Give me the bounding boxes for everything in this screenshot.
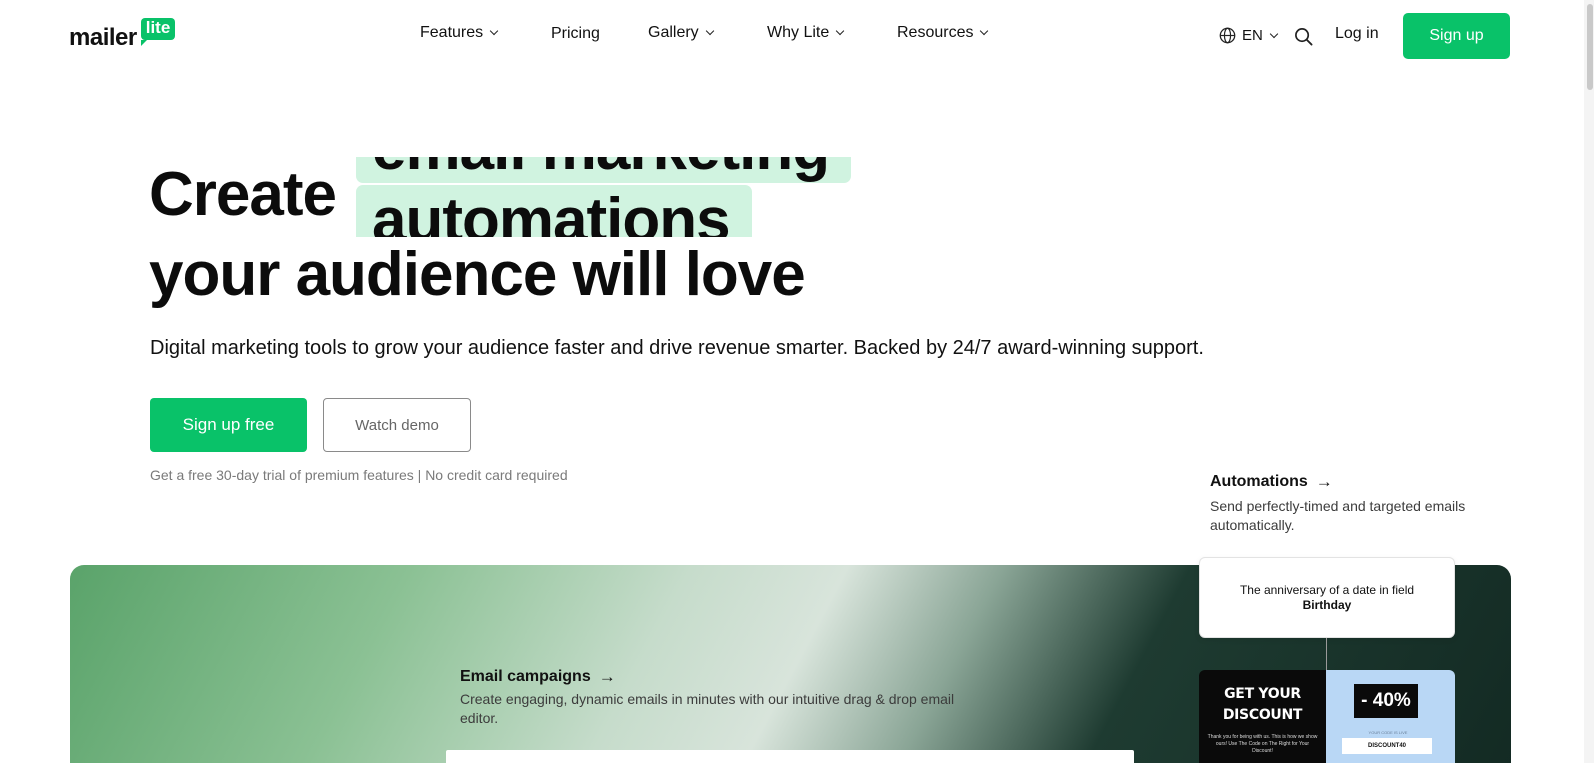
- promo-mini-text: YOUR CODE IS LIVE: [1368, 730, 1408, 735]
- promo-percent-badge: - 40%: [1354, 684, 1418, 718]
- globe-icon[interactable]: [1219, 27, 1236, 44]
- chevron-down-icon: [489, 26, 499, 36]
- mailerlite-logo[interactable]: mailer lite: [69, 14, 176, 51]
- nav-gallery-label: Gallery: [648, 24, 699, 41]
- email-campaigns-title: Email campaigns: [460, 668, 591, 685]
- logo-wordmark: mailer: [69, 24, 137, 51]
- email-editor-preview: [446, 750, 1134, 763]
- trigger-text: The anniversary of a date in field: [1239, 582, 1415, 597]
- promo-headline-2: DISCOUNT: [1222, 707, 1303, 723]
- nav-features[interactable]: Features: [420, 24, 499, 42]
- nav-gallery[interactable]: Gallery: [648, 24, 714, 42]
- nav-why-lite-label: Why Lite: [767, 24, 830, 41]
- arrow-right-icon: →: [1315, 472, 1333, 491]
- promo-headline-1: GET YOUR: [1224, 686, 1301, 702]
- login-link[interactable]: Log in: [1335, 25, 1379, 43]
- automations-description: Send perfectly-timed and targeted emails…: [1210, 498, 1466, 533]
- arrow-right-icon: →: [598, 667, 616, 686]
- promo-left-block: GET YOUR DISCOUNT Thank you for being wi…: [1199, 670, 1326, 763]
- automations-link[interactable]: Automations →: [1210, 472, 1333, 492]
- signup-free-button[interactable]: Sign up free: [150, 398, 307, 452]
- rotating-word-previous: email marketing: [356, 157, 851, 183]
- workflow-connector: [1326, 638, 1327, 670]
- discount-email-preview: GET YOUR DISCOUNT Thank you for being wi…: [1199, 670, 1455, 763]
- email-campaigns-link[interactable]: Email campaigns →: [460, 667, 616, 687]
- nav-resources[interactable]: Resources: [897, 24, 989, 42]
- logo-badge: lite: [140, 18, 176, 46]
- automations-title: Automations: [1210, 473, 1308, 490]
- chevron-down-icon: [1269, 29, 1279, 38]
- hero-subtitle: Digital marketing tools to grow your aud…: [150, 337, 1204, 359]
- email-campaigns-description: Create engaging, dynamic emails in minut…: [460, 691, 955, 726]
- hero-title-line2: your audience will love: [149, 240, 806, 309]
- trigger-field: Birthday: [1302, 597, 1352, 612]
- nav-why-lite[interactable]: Why Lite: [767, 24, 845, 42]
- scrollbar-thumb[interactable]: [1587, 4, 1593, 90]
- chevron-down-icon: [705, 26, 714, 36]
- signup-button[interactable]: Sign up: [1403, 13, 1510, 59]
- rotating-word-current: automations: [356, 185, 752, 237]
- hero-title-create: Create: [149, 160, 337, 229]
- chevron-down-icon: [980, 26, 989, 36]
- promo-small-text: Thank you for being with us. This is how…: [1207, 734, 1318, 754]
- nav-pricing[interactable]: Pricing: [551, 25, 600, 43]
- hero-rotating-word: email marketing automations: [356, 157, 856, 237]
- nav-resources-label: Resources: [897, 24, 974, 41]
- trial-note: Get a free 30-day trial of premium featu…: [150, 467, 568, 483]
- page-scrollbar[interactable]: [1584, 0, 1594, 763]
- chevron-down-icon: [836, 26, 845, 36]
- site-header: mailer lite Features Pricing Gallery Why…: [0, 0, 1594, 72]
- promo-right-block: - 40% YOUR CODE IS LIVE DISCOUNT40: [1326, 670, 1455, 763]
- watch-demo-button[interactable]: Watch demo: [323, 398, 471, 452]
- search-icon[interactable]: [1294, 27, 1313, 46]
- language-label: EN: [1242, 27, 1263, 44]
- nav-features-label: Features: [420, 24, 484, 41]
- trigger-text-block: The anniversary of a date in field Birth…: [1240, 583, 1414, 613]
- automation-trigger-card: The anniversary of a date in field Birth…: [1199, 557, 1455, 638]
- nav-pricing-label: Pricing: [551, 25, 600, 42]
- language-selector[interactable]: EN: [1242, 27, 1279, 44]
- promo-code-box: DISCOUNT40: [1342, 738, 1432, 754]
